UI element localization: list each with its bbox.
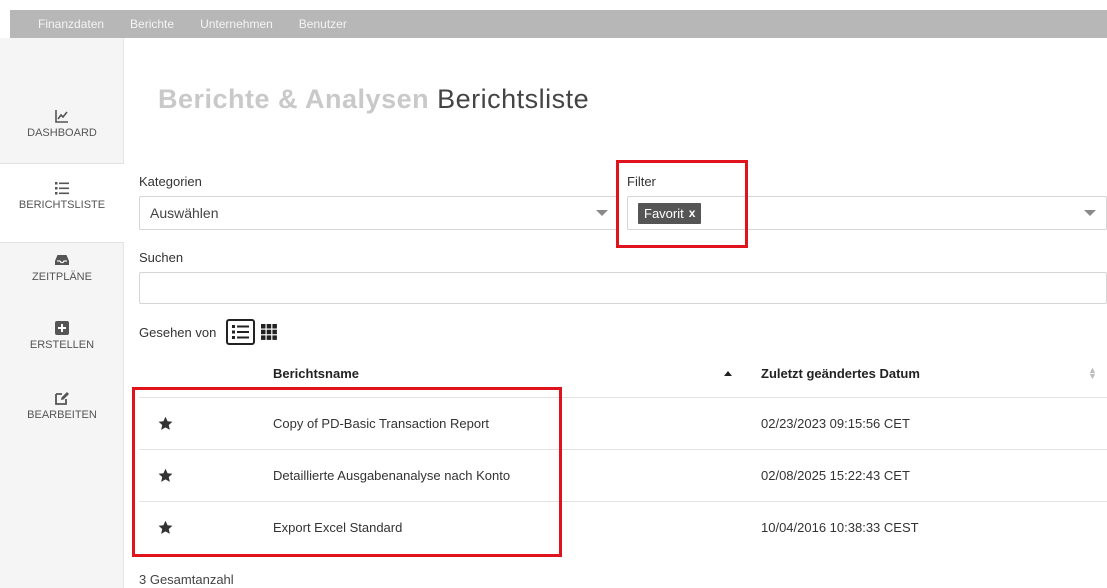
report-date: 02/23/2023 09:15:56 CET <box>761 416 910 431</box>
sidebar: DASHBOARD BERICHTSLISTE ZEITPLÄNE ERSTEL… <box>0 38 124 588</box>
sidebar-item-label: BEARBEITEN <box>27 409 97 421</box>
chevron-down-icon <box>596 210 608 216</box>
kategorien-label: Kategorien <box>139 174 202 189</box>
list-view-button[interactable] <box>226 319 255 345</box>
nav-benutzer[interactable]: Benutzer <box>299 17 347 31</box>
sidebar-item-bearbeiten[interactable]: BEARBEITEN <box>0 390 124 421</box>
sidebar-item-label: ERSTELLEN <box>29 339 95 351</box>
list-icon <box>232 325 249 339</box>
sidebar-item-label: DASHBOARD <box>27 127 97 139</box>
column-header-datum[interactable]: Zuletzt geändertes Datum <box>761 366 920 381</box>
view-label: Gesehen von <box>139 325 217 340</box>
nav-finanzdaten[interactable]: Finanzdaten <box>38 17 104 31</box>
chevron-down-icon <box>1084 210 1096 216</box>
chart-icon <box>55 110 68 123</box>
edit-icon <box>55 392 69 405</box>
sidebar-item-label: BERICHTSLISTE <box>18 199 106 211</box>
sidebar-item-erstellen[interactable]: ERSTELLEN <box>0 320 124 351</box>
search-input[interactable] <box>139 272 1107 304</box>
highlight-box-rows <box>132 387 562 557</box>
sidebar-item-berichtsliste[interactable]: BERICHTSLISTE <box>0 163 124 243</box>
nav-berichte[interactable]: Berichte <box>130 17 174 31</box>
page-title-section: Berichte & Analysen <box>158 84 430 114</box>
inbox-icon <box>55 255 69 265</box>
sort-icon[interactable]: ▲ ▼ <box>1088 366 1097 381</box>
nav-unternehmen[interactable]: Unternehmen <box>200 17 273 31</box>
sidebar-item-dashboard[interactable]: DASHBOARD <box>0 108 124 139</box>
page-title-subsection: Berichtsliste <box>437 84 590 114</box>
kategorien-value: Auswählen <box>150 205 219 221</box>
column-header-berichtsname[interactable]: Berichtsname <box>273 366 359 381</box>
plus-square-icon <box>55 321 69 335</box>
total-count: 3 Gesamtanzahl <box>139 572 234 587</box>
highlight-box-filter <box>616 160 748 248</box>
sidebar-item-label: ZEITPLÄNE <box>32 271 92 283</box>
report-date: 02/08/2025 15:22:43 CET <box>761 468 910 483</box>
suchen-label: Suchen <box>139 250 184 265</box>
kategorien-select[interactable]: Auswählen <box>139 196 619 230</box>
grid-view-icon[interactable] <box>261 324 277 340</box>
page-title: Berichte & Analysen Berichtsliste <box>158 84 589 115</box>
sort-ascending-icon[interactable] <box>724 371 732 376</box>
report-date: 10/04/2016 10:38:33 CEST <box>761 520 919 535</box>
sidebar-item-zeitplaene[interactable]: ZEITPLÄNE <box>0 252 124 283</box>
list-icon <box>55 182 69 195</box>
top-navigation: Finanzdaten Berichte Unternehmen Benutze… <box>10 10 1107 38</box>
